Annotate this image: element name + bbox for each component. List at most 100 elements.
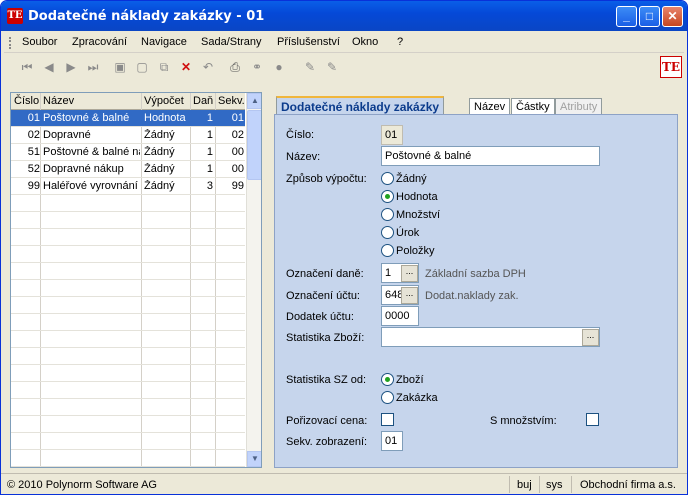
empty-row [11,212,245,229]
cell-dan: 1 [206,163,213,175]
table-row[interactable]: 99 Haléřové vyrovnání Žádný 3 99 [11,178,245,195]
empty-row [11,246,245,263]
scroll-down-icon[interactable]: ▼ [247,451,261,467]
menu-soubor[interactable]: Soubor [22,36,57,48]
radio-hodnota[interactable] [381,190,394,203]
empty-row [11,195,245,212]
vertical-scrollbar[interactable]: ▲ ▼ [246,93,261,467]
empty-row [11,348,245,365]
tab-dodatecne-naklady[interactable]: Dodatečné náklady zakázky [276,96,445,115]
prev-icon[interactable]: ◀ [41,59,57,75]
app-window: TE Dodatečné náklady zakázky - 01 _ □ ✕ … [0,0,688,495]
grid-header: Číslo Název Výpočet Daň Sekv. [11,93,245,110]
ucet-lookup-button[interactable]: ... [401,287,418,304]
col-nazev[interactable]: Název [43,95,74,107]
cell-nazev: Haléřové vyrovnání [43,180,138,192]
next-icon[interactable]: ▶ [63,59,79,75]
table-row[interactable]: 02 Dopravné Žádný 1 02 [11,127,245,144]
title-bar[interactable]: TE Dodatečné náklady zakázky - 01 _ □ ✕ [1,1,687,31]
status-bar: © 2010 Polynorm Software AG buj sys Obch… [1,473,687,494]
save-icon[interactable]: ▣ [112,59,128,75]
radio-zakazka[interactable] [381,391,394,404]
statistika-field[interactable] [381,327,600,347]
cell-nazev: Dopravné [43,129,91,141]
window-title: Dodatečné náklady zakázky - 01 [28,9,265,24]
tab-atributy[interactable]: Atributy [555,98,603,115]
last-icon[interactable]: ⏭ [85,59,101,75]
empty-row [11,314,245,331]
menu-navigace[interactable]: Navigace [141,36,187,48]
cell-vypocet: Žádný [144,163,175,175]
empty-row [11,450,245,467]
copy-icon[interactable]: ⧉ [156,59,172,75]
undo-icon[interactable]: ↶ [200,59,216,75]
menu-prislusenstvi[interactable]: Příslušenství [277,36,340,48]
status-divider [509,476,510,493]
sekv-field[interactable]: 01 [381,431,403,451]
records-grid[interactable]: Číslo Název Výpočet Daň Sekv. 01 Poštovné… [10,92,262,468]
cell-vypocet: Žádný [144,146,175,158]
edit-alt-icon[interactable]: ✎ [324,59,340,75]
col-dan[interactable]: Daň [193,95,213,107]
new-icon[interactable]: ▢ [134,59,150,75]
scroll-thumb[interactable] [247,110,261,180]
radio-urok[interactable] [381,226,394,239]
print-icon[interactable]: ⎙ [227,59,243,75]
first-icon[interactable]: ⏮ [19,59,35,75]
empty-row [11,365,245,382]
app-logo-icon: TE [7,8,23,24]
company-logo-icon: TE [660,56,682,78]
status-divider [571,476,572,493]
statistika-lookup-button[interactable]: ... [582,329,599,346]
scroll-up-icon[interactable]: ▲ [247,93,261,109]
radio-zadny-label: Žádný [396,173,427,185]
smnozstvim-label: S množstvím: [490,415,557,427]
porizovaci-label: Pořizovací cena: [286,415,368,427]
cell-dan: 3 [206,180,213,192]
stat-sz-label: Statistika SZ od: [286,374,367,386]
cell-sekv: 00 [231,163,244,175]
radio-mnozstvi[interactable] [381,208,394,221]
menu-help[interactable]: ? [397,36,403,48]
menu-sada-strany[interactable]: Sada/Strany [201,36,262,48]
col-sekv[interactable]: Sekv. [218,95,245,107]
menu-bar: Soubor Zpracování Navigace Sada/Strany P… [4,32,684,53]
cell-dan: 1 [206,112,213,124]
minimize-button[interactable]: _ [616,6,637,27]
dan-label: Označení daně: [286,268,364,280]
tab-nazev[interactable]: Název [469,98,511,115]
table-row[interactable]: 51 Poštovné & balné ná Žádný 1 00 [11,144,245,161]
stop-icon[interactable]: ● [271,59,287,75]
nazev-field[interactable]: Poštovné & balné [381,146,600,166]
col-cislo[interactable]: Číslo [14,95,39,107]
maximize-button[interactable]: □ [639,6,660,27]
statistika-label: Statistika Zboží: [286,332,365,344]
menu-okno[interactable]: Okno [352,36,378,48]
porizovaci-checkbox[interactable] [381,413,394,426]
dodatek-field[interactable]: 0000 [381,306,419,326]
radio-polozky[interactable] [381,244,394,257]
tab-castky[interactable]: Částky [511,98,555,115]
delete-icon[interactable]: ✕ [178,59,194,75]
toolbar: ⏮ ◀ ▶ ⏭ ▣ ▢ ⧉ ✕ ↶ ⎙ ⚭ ● ✎ ✎ [4,54,684,81]
radio-mnozstvi-label: Množství [396,209,441,221]
link-icon[interactable]: ⚭ [249,59,265,75]
table-row[interactable]: 01 Poštovné & balné Hodnota 1 01 [11,110,245,127]
cislo-label: Číslo: [286,129,315,141]
empty-row [11,297,245,314]
edit-icon[interactable]: ✎ [302,59,318,75]
smnozstvim-checkbox[interactable] [586,413,599,426]
radio-zbozi[interactable] [381,373,394,386]
radio-zadny[interactable] [381,172,394,185]
col-vypocet[interactable]: Výpočet [144,95,184,107]
close-button[interactable]: ✕ [662,6,683,27]
menu-zpracovani[interactable]: Zpracování [72,36,127,48]
table-row[interactable]: 52 Dopravné nákup Žádný 1 00 [11,161,245,178]
cell-vypocet: Žádný [144,180,175,192]
empty-row [11,433,245,450]
empty-row [11,399,245,416]
empty-row [11,229,245,246]
radio-hodnota-label: Hodnota [396,191,438,203]
empty-row [11,280,245,297]
dan-lookup-button[interactable]: ... [401,265,418,282]
